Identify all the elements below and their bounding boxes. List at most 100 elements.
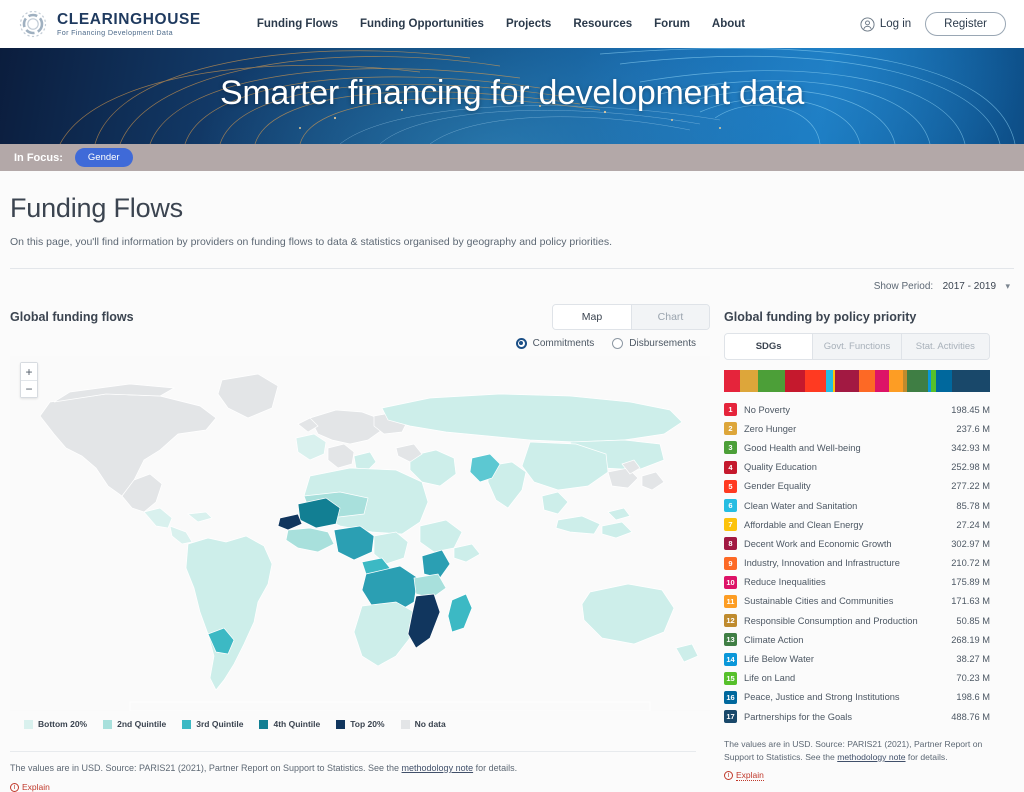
right-panel-header: Global funding by policy priority (724, 304, 990, 330)
tab-govt-functions[interactable]: Govt. Functions (812, 334, 901, 359)
sdg-value: 85.78 M (956, 500, 990, 511)
sdg-number-badge: 15 (724, 671, 737, 685)
sdg-bar-segment-10[interactable] (875, 370, 890, 392)
sdg-bar-segment-3[interactable] (758, 370, 785, 392)
sdg-number-badge: 17 (724, 710, 737, 724)
sdg-value: 237.6 M (956, 423, 990, 434)
legend-item-top-20: Top 20% (336, 719, 385, 729)
sdg-row[interactable]: 2 Zero Hunger 237.6 M (724, 419, 990, 438)
nav-item-forum[interactable]: Forum (654, 18, 690, 30)
radio-commitments-label: Commitments (532, 337, 595, 349)
sdg-row[interactable]: 15 Life on Land 70.23 M (724, 669, 990, 688)
tab-map[interactable]: Map (553, 305, 631, 329)
explain-button[interactable]: i Explain (724, 770, 764, 781)
hero-title: Smarter financing for development data (220, 74, 804, 112)
right-panel-title: Global funding by policy priority (724, 310, 917, 324)
view-toggle: Map Chart (552, 304, 710, 330)
sdg-number-badge: 10 (724, 575, 737, 589)
primary-nav-links: Funding Flows Funding Opportunities Proj… (257, 18, 745, 30)
login-label: Log in (879, 18, 912, 30)
sdg-row[interactable]: 14 Life Below Water 38.27 M (724, 649, 990, 668)
flow-type-radio-group: Commitments Disbursements (10, 330, 710, 356)
sdg-row[interactable]: 16 Peace, Justice and Strong Institutions… (724, 688, 990, 707)
tab-stat-activities[interactable]: Stat. Activities (900, 334, 989, 359)
sdg-bar-segment-13[interactable] (906, 370, 928, 392)
legend-item-no-data: No data (400, 719, 446, 729)
sdg-row[interactable]: 7 Affordable and Clean Energy 27.24 M (724, 515, 990, 534)
sdg-name: Climate Action (744, 634, 804, 645)
sdg-name: Quality Education (744, 462, 817, 473)
page-title: Funding Flows (10, 193, 183, 223)
sdg-number-badge: 11 (724, 594, 737, 608)
sdg-row[interactable]: 10 Reduce Inequalities 175.89 M (724, 573, 990, 592)
sdg-row[interactable]: 3 Good Health and Well-being 342.93 M (724, 438, 990, 457)
sdg-stacked-bar[interactable] (724, 370, 990, 392)
sdg-row[interactable]: 5 Gender Equality 277.22 M (724, 477, 990, 496)
sdg-name: Zero Hunger (744, 423, 797, 434)
sdg-value: 198.6 M (956, 692, 990, 703)
radio-commitments[interactable]: Commitments (515, 337, 595, 349)
legend-label: 2nd Quintile (117, 719, 167, 729)
sdg-bar-segment-4[interactable] (784, 370, 805, 392)
sdg-name: Life Below Water (744, 654, 814, 665)
tab-sdgs[interactable]: SDGs (725, 334, 813, 359)
zoom-in-button[interactable]: + (21, 363, 37, 380)
sdg-row[interactable]: 1 No Poverty 198.45 M (724, 400, 990, 419)
info-icon: i (10, 782, 19, 792)
sdg-row[interactable]: 12 Responsible Consumption and Production… (724, 611, 990, 630)
sdg-list: 1 No Poverty 198.45 M 2 Zero Hunger 237.6 M 3G… (724, 400, 990, 726)
top-navigation-bar: CLEARINGHOUSE For Financing Development … (0, 0, 1024, 48)
sdg-value: 488.76 M (951, 711, 990, 722)
sdg-row[interactable]: 9 Industry, Innovation and Infrastructure… (724, 554, 990, 573)
nav-item-projects[interactable]: Projects (506, 18, 551, 30)
sdg-value: 210.72 M (951, 558, 990, 569)
sdg-row[interactable]: 17 Partnerships for the Goals 488.76 M (724, 707, 990, 726)
tab-chart[interactable]: Chart (631, 305, 709, 329)
sdg-row[interactable]: 6 Clean Water and Sanitation 85.78 M (724, 496, 990, 515)
left-footnote: The values are in USD. Source: PARIS21 (… (10, 752, 710, 792)
sdg-number-badge: 2 (724, 422, 737, 436)
sdg-row[interactable]: 11 Sustainable Cities and Communities 171.… (724, 592, 990, 611)
sdg-value: 70.23 M (956, 673, 990, 684)
nav-item-funding-opportunities[interactable]: Funding Opportunities (360, 18, 484, 30)
map-zoom-controls: + − (20, 362, 38, 398)
sdg-bar-segment-17[interactable] (951, 370, 990, 392)
sdg-bar-segment-8[interactable] (835, 370, 859, 392)
sdg-row[interactable]: 13 Climate Action 268.19 M (724, 630, 990, 649)
site-logo[interactable]: CLEARINGHOUSE For Financing Development … (18, 9, 201, 39)
methodology-note-link[interactable]: methodology note (402, 763, 474, 773)
sdg-bar-segment-9[interactable] (858, 370, 876, 392)
sdg-value: 277.22 M (951, 481, 990, 492)
sdg-value: 27.24 M (956, 519, 990, 530)
sdg-number-badge: 7 (724, 518, 737, 532)
sdg-bar-segment-6[interactable] (826, 370, 834, 392)
sdg-number-badge: 3 (724, 441, 737, 455)
sdg-bar-segment-2[interactable] (739, 370, 759, 392)
sdg-bar-segment-11[interactable] (889, 370, 903, 392)
sdg-bar-segment-1[interactable] (724, 370, 740, 392)
sdg-bar-segment-5[interactable] (804, 370, 827, 392)
register-button[interactable]: Register (925, 12, 1006, 36)
sdg-row[interactable]: 4 Quality Education 252.98 M (724, 458, 990, 477)
sdg-name: Decent Work and Economic Growth (744, 538, 892, 549)
explain-button[interactable]: i Explain (10, 782, 50, 792)
choropleth-world-map[interactable] (10, 356, 710, 711)
sdg-number-badge: 16 (724, 690, 737, 704)
sdg-row[interactable]: 8 Decent Work and Economic Growth 302.97 M (724, 534, 990, 553)
nav-item-funding-flows[interactable]: Funding Flows (257, 18, 338, 30)
period-label: Show Period: (873, 281, 934, 292)
sdg-bar-segment-16[interactable] (936, 370, 952, 392)
login-button[interactable]: Log in (860, 16, 912, 32)
world-map-container[interactable]: + − (10, 356, 710, 711)
in-focus-tag-gender[interactable]: Gender (74, 148, 133, 167)
legend-label: Bottom 20% (38, 719, 88, 729)
period-selector[interactable]: Show Period: 2017 - 2019 ▾ (874, 276, 1010, 294)
radio-commitments-dot (515, 337, 527, 349)
sdg-value: 50.85 M (956, 615, 990, 626)
legend-swatch (400, 719, 410, 729)
methodology-note-link[interactable]: methodology note (837, 752, 905, 762)
zoom-out-button[interactable]: − (21, 380, 37, 397)
nav-item-about[interactable]: About (712, 18, 745, 30)
radio-disbursements[interactable]: Disbursements (612, 337, 696, 349)
nav-item-resources[interactable]: Resources (573, 18, 632, 30)
